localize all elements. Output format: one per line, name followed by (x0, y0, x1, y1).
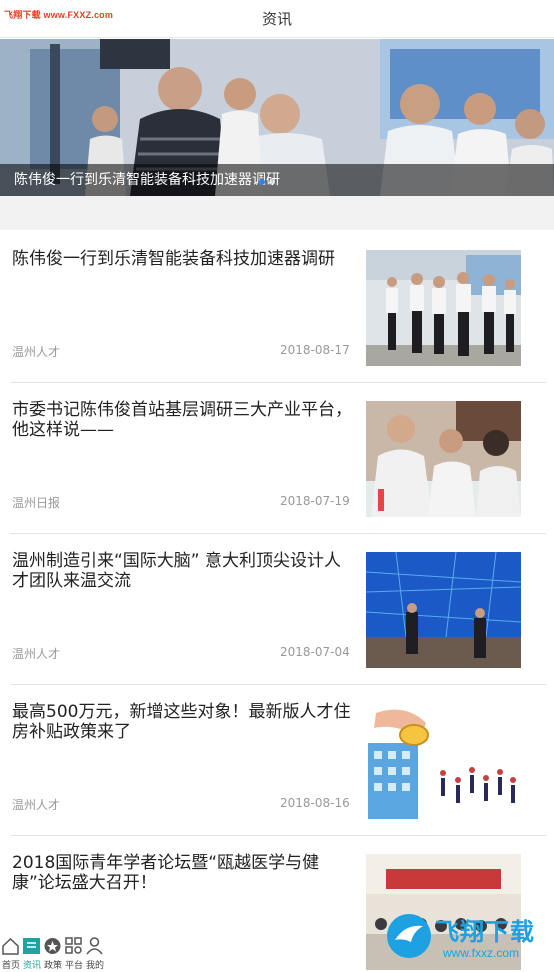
news-item[interactable]: 市委书记陈伟俊首站基层调研三大产业平台，他这样说—— 温州日报 2018-07-… (10, 383, 546, 534)
news-source: 温州日报 (12, 496, 61, 510)
page-title: 资讯 (261, 10, 292, 28)
brand-url: www.fxxz.com (443, 946, 520, 960)
news-item[interactable]: 陈伟俊一行到乐清智能装备科技加速器调研 温州人才 2018-08-17 (10, 232, 546, 383)
news-thumbnail (366, 552, 521, 668)
news-date: 2018-08-17 (280, 343, 350, 357)
banner-carousel[interactable]: 陈伟俊一行到乐清智能装备科技加速器调研 (0, 39, 554, 196)
news-date: 2018-07-04 (280, 645, 350, 659)
tab-policy[interactable]: 政策 (42, 934, 63, 972)
carousel-dots (259, 179, 275, 185)
news-date: 2018-08-16 (280, 796, 350, 810)
brand-watermark: 飞翔下载 www.fxxz.com (385, 908, 545, 966)
news-source: 温州人才 (12, 345, 61, 359)
tab-label: 资讯 (22, 961, 41, 971)
tab-news[interactable]: 资讯 (21, 934, 42, 972)
news-source: 温州人才 (12, 798, 61, 812)
user-icon (86, 937, 103, 955)
news-date: 2018-07-19 (280, 494, 350, 508)
section-divider (0, 196, 554, 230)
tab-label: 平台 (64, 961, 83, 971)
news-source: 温州人才 (12, 647, 61, 661)
news-item[interactable]: 最高500万元，新增这些对象！最新版人才住房补贴政策来了 温州人才 2018-0… (10, 685, 546, 836)
banner-caption: 陈伟俊一行到乐清智能装备科技加速器调研 (14, 172, 280, 188)
home-icon (2, 937, 19, 955)
bird-logo-icon (387, 914, 431, 958)
news-thumbnail (366, 250, 521, 366)
policy-icon (44, 938, 61, 954)
news-title: 市委书记陈伟俊首站基层调研三大产业平台，他这样说—— (12, 400, 352, 440)
news-thumbnail (366, 401, 521, 517)
news-title: 陈伟俊一行到乐清智能装备科技加速器调研 (12, 249, 335, 269)
bottom-nav: 首页 资讯 政策 平台 我的 (0, 934, 108, 972)
news-title: 温州制造引来“国际大脑” 意大利顶尖设计人才团队来温交流 (12, 551, 342, 591)
brand-name: 飞翔下载 (435, 918, 535, 946)
news-list: 陈伟俊一行到乐清智能装备科技加速器调研 温州人才 2018-08-17 市委书记… (0, 232, 554, 972)
app-screen: 飞翔下载 www.FXXZ.com 资讯 陈伟俊一行到乐清智能装备科技加速器调研… (0, 0, 554, 972)
platform-icon (65, 937, 82, 954)
carousel-dot[interactable] (269, 179, 275, 185)
tab-home[interactable]: 首页 (0, 934, 21, 972)
carousel-dot-active[interactable] (259, 179, 265, 185)
tab-platform[interactable]: 平台 (63, 934, 84, 972)
tab-mine[interactable]: 我的 (84, 934, 105, 972)
news-title: 最高500万元，新增这些对象！最新版人才住房补贴政策来了 (12, 702, 351, 742)
tab-label: 政策 (43, 961, 62, 971)
news-title: 2018国际青年学者论坛暨“瓯越医学与健康”论坛盛大召开！ (12, 853, 320, 893)
news-thumbnail (366, 703, 521, 819)
tab-label: 首页 (1, 961, 20, 971)
news-icon (23, 938, 40, 954)
top-bar: 飞翔下载 www.FXXZ.com 资讯 (0, 0, 554, 38)
tab-label: 我的 (85, 961, 104, 971)
news-item[interactable]: 温州制造引来“国际大脑” 意大利顶尖设计人才团队来温交流 温州人才 2018-0… (10, 534, 546, 685)
